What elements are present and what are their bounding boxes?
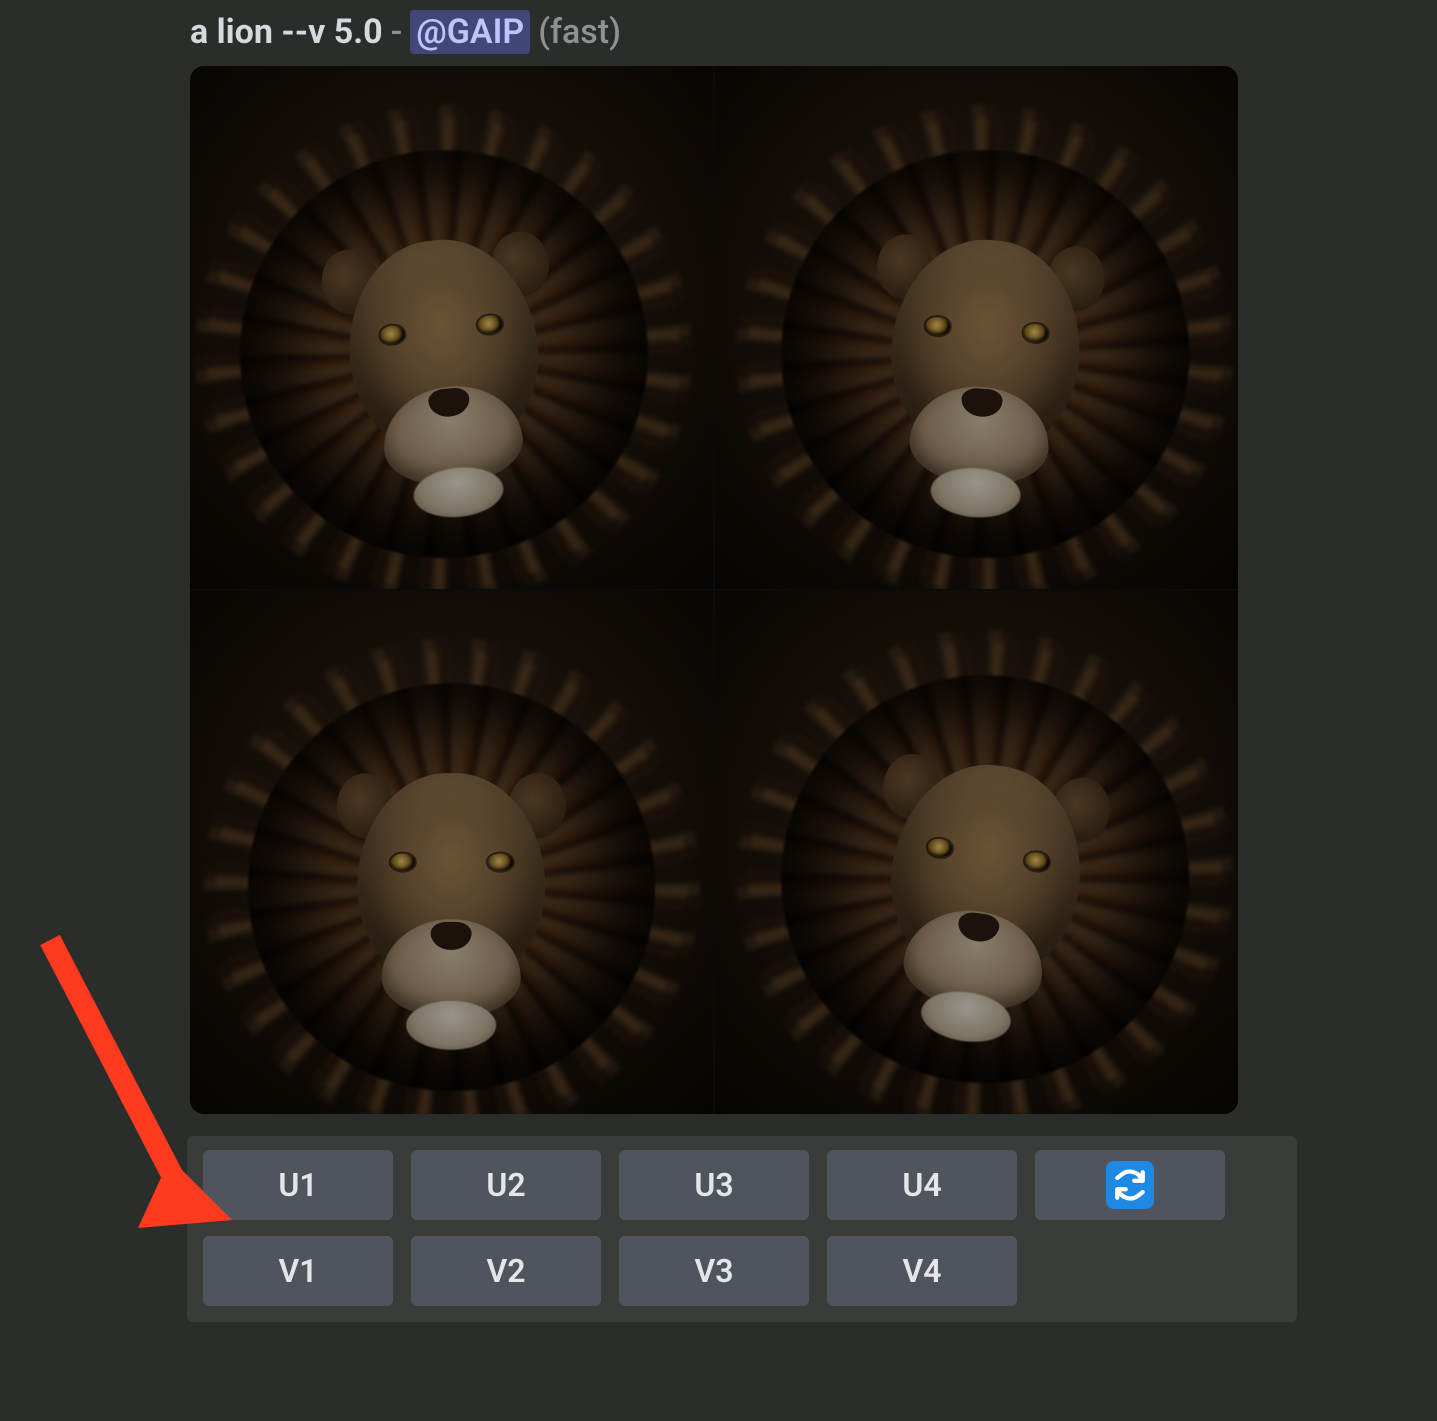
prompt-text: a lion --v 5.0: [190, 10, 383, 54]
variation-1-button[interactable]: V1: [203, 1236, 393, 1306]
midjourney-message: a lion --v 5.0 - @GAIP (fast) U1 U2 U3 U…: [190, 10, 1270, 1322]
generated-image-grid[interactable]: [190, 66, 1238, 1114]
upscale-4-button[interactable]: U4: [827, 1150, 1017, 1220]
image-tile-3[interactable]: [190, 591, 713, 1114]
image-tile-1[interactable]: [190, 66, 713, 589]
refresh-icon: [1106, 1161, 1154, 1209]
variation-row: V1 V2 V3 V4: [203, 1236, 1281, 1306]
image-tile-2[interactable]: [715, 66, 1238, 589]
variation-4-button[interactable]: V4: [827, 1236, 1017, 1306]
user-mention[interactable]: @GAIP: [410, 10, 530, 54]
render-mode: (fast): [530, 10, 621, 54]
variation-2-button[interactable]: V2: [411, 1236, 601, 1306]
action-button-panel: U1 U2 U3 U4 V1 V2 V3 V4: [187, 1136, 1297, 1322]
image-tile-4[interactable]: [715, 591, 1238, 1114]
reroll-button[interactable]: [1035, 1150, 1225, 1220]
upscale-row: U1 U2 U3 U4: [203, 1150, 1281, 1220]
prompt-line: a lion --v 5.0 - @GAIP (fast): [190, 10, 1270, 54]
prompt-separator: -: [383, 10, 411, 54]
upscale-2-button[interactable]: U2: [411, 1150, 601, 1220]
variation-3-button[interactable]: V3: [619, 1236, 809, 1306]
upscale-1-button[interactable]: U1: [203, 1150, 393, 1220]
upscale-3-button[interactable]: U3: [619, 1150, 809, 1220]
